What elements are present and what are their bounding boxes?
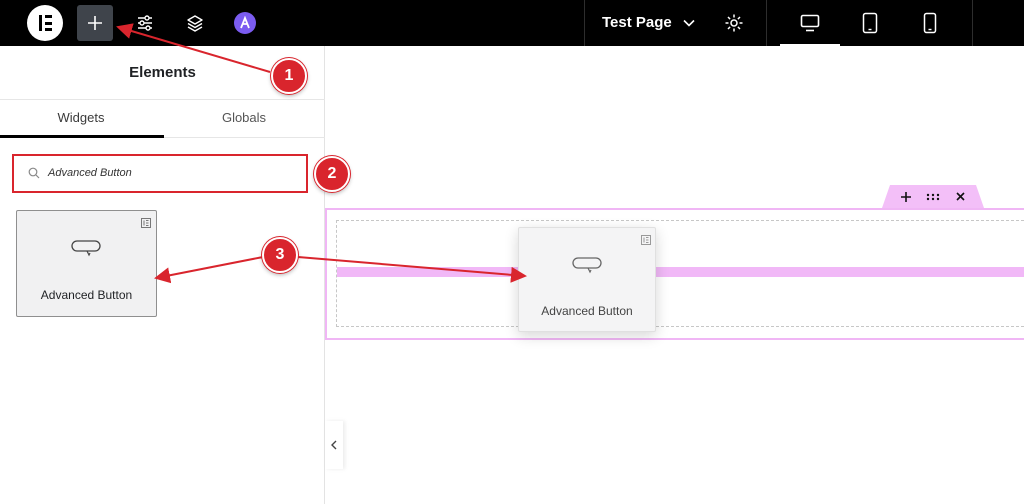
chevron-down-icon[interactable] bbox=[682, 16, 696, 30]
elementor-editor: Test Page Elements Widgets Globals Advan… bbox=[0, 0, 1024, 504]
tablet-view-button[interactable] bbox=[852, 5, 888, 41]
button-icon bbox=[572, 257, 602, 274]
gear-icon bbox=[725, 14, 743, 32]
site-settings-button[interactable] bbox=[127, 5, 163, 41]
structure-button[interactable] bbox=[177, 5, 213, 41]
mobile-view-button[interactable] bbox=[912, 5, 948, 41]
elements-panel: Elements Widgets Globals Advanced Button… bbox=[0, 46, 325, 504]
callout-2: 2 bbox=[314, 156, 350, 192]
callout-3: 3 bbox=[262, 237, 298, 273]
collapse-panel-button[interactable] bbox=[325, 421, 343, 469]
close-icon[interactable] bbox=[950, 185, 970, 208]
divider bbox=[0, 99, 325, 100]
widget-label: Advanced Button bbox=[40, 288, 133, 302]
plus-icon[interactable] bbox=[896, 185, 916, 208]
toolbar-divider bbox=[972, 0, 973, 46]
drag-grid-icon[interactable] bbox=[923, 185, 943, 208]
pro-badge-icon bbox=[641, 235, 651, 245]
addon-logo-icon bbox=[234, 12, 256, 34]
search-icon bbox=[28, 167, 40, 179]
widget-label: Advanced Button bbox=[541, 304, 633, 318]
desktop-icon bbox=[800, 14, 820, 32]
active-device-indicator bbox=[780, 44, 840, 46]
drop-indicator bbox=[337, 267, 1024, 277]
widget-advanced-button[interactable]: Advanced Button bbox=[16, 210, 157, 317]
desktop-view-button[interactable] bbox=[792, 5, 828, 41]
page-settings-button[interactable] bbox=[716, 5, 752, 41]
settings-sliders-icon bbox=[138, 15, 152, 31]
tab-globals[interactable]: Globals bbox=[163, 110, 325, 125]
mobile-icon bbox=[923, 12, 937, 34]
page-title[interactable]: Test Page bbox=[602, 13, 672, 33]
search-input-value: Advanced Button bbox=[48, 167, 132, 179]
dragging-widget-advanced-button[interactable]: Advanced Button bbox=[518, 227, 656, 332]
add-element-button[interactable] bbox=[77, 5, 113, 41]
addon-button[interactable] bbox=[227, 5, 263, 41]
plus-icon bbox=[88, 16, 102, 30]
button-icon bbox=[71, 240, 101, 257]
elementor-logo-icon[interactable] bbox=[27, 5, 63, 41]
chevron-left-icon bbox=[331, 440, 337, 450]
tablet-icon bbox=[862, 12, 878, 34]
top-toolbar: Test Page bbox=[0, 0, 1024, 46]
widget-search-input[interactable]: Advanced Button bbox=[12, 154, 308, 193]
pro-badge-icon bbox=[141, 218, 151, 228]
active-tab-indicator bbox=[0, 135, 164, 138]
callout-1: 1 bbox=[271, 58, 307, 94]
toolbar-divider bbox=[584, 0, 585, 46]
toolbar-divider bbox=[766, 0, 767, 46]
layers-icon bbox=[187, 15, 203, 32]
tab-widgets[interactable]: Widgets bbox=[0, 110, 162, 125]
section-handle[interactable] bbox=[882, 185, 984, 208]
